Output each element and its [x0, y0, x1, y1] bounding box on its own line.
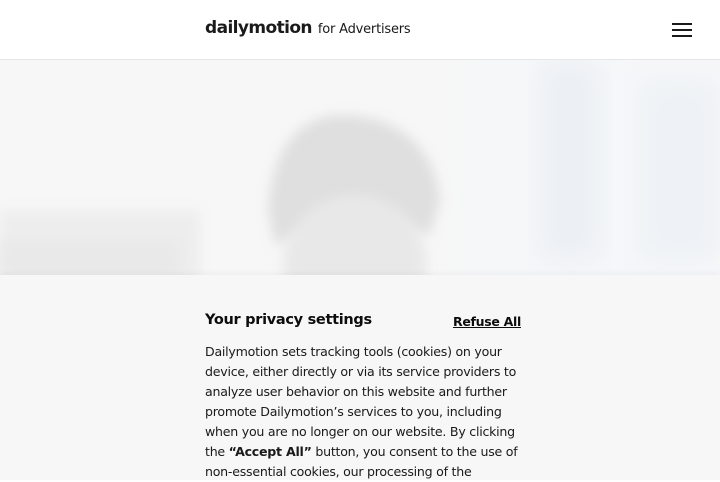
- privacy-text-line: when you are no longer on our website. B…: [205, 424, 515, 439]
- dailymotion-logo[interactable]: dailymotion for Advertisers: [205, 18, 411, 42]
- privacy-text-line: device, either directly or via its servi…: [205, 364, 517, 379]
- privacy-text-line: analyze user behavior on this website an…: [205, 384, 507, 399]
- privacy-settings-panel: Your privacy settings Refuse All Dailymo…: [0, 275, 720, 480]
- privacy-title: Your privacy settings: [205, 312, 372, 328]
- privacy-text-line: non-essential cookies, our processing of…: [205, 464, 472, 479]
- privacy-text-line: promote Dailymotion’s services to you, i…: [205, 404, 502, 419]
- site-header: dailymotion for Advertisers: [0, 0, 720, 60]
- accept-all-mention: “Accept All”: [228, 444, 312, 459]
- privacy-description: Dailymotion sets tracking tools (cookies…: [205, 342, 523, 482]
- privacy-text-fragment: the: [205, 444, 229, 459]
- refuse-all-link[interactable]: Refuse All: [453, 314, 521, 329]
- privacy-text-fragment: button, you consent to the use of: [311, 444, 518, 459]
- logo-brand-text: dailymotion: [205, 18, 313, 38]
- logo-suffix-text: for Advertisers: [317, 22, 411, 37]
- hamburger-menu-icon[interactable]: [666, 18, 698, 42]
- privacy-text-line: Dailymotion sets tracking tools (cookies…: [205, 344, 502, 359]
- privacy-text-line: the “Accept All” button, you consent to …: [205, 442, 523, 462]
